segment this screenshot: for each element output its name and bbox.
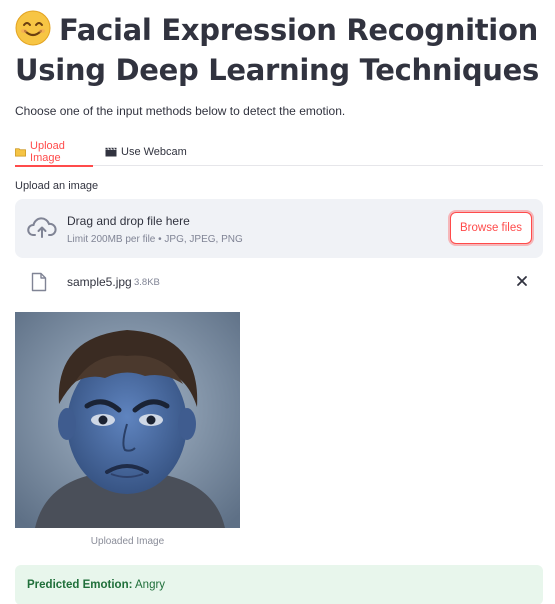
close-icon[interactable] [515,274,529,288]
page-title-text: Facial Expression Recognition Using Deep… [15,13,539,87]
clapperboard-icon [105,147,117,157]
file-size: 3.8KB [134,277,160,288]
tab-use-webcam[interactable]: Use Webcam [105,138,187,166]
folder-icon [15,148,26,157]
page-header: Facial Expression Recognition Using Deep… [15,10,543,90]
upload-label: Upload an image [15,180,99,192]
smiling-face-emoji-icon [15,10,51,46]
tab-upload-image-label: Upload Image [30,140,65,164]
prediction-label: Predicted Emotion: [27,579,133,591]
file-icon [31,272,47,292]
prediction-result-alert: Predicted Emotion: Angry [15,565,543,604]
tab-use-webcam-label: Use Webcam [121,146,187,158]
page-subtitle: Choose one of the input methods below to… [15,104,346,118]
page-title: Facial Expression Recognition Using Deep… [15,10,543,90]
browse-files-button[interactable]: Browse files [450,212,532,244]
dropzone-title: Drag and drop file here [67,214,190,228]
uploaded-image [15,312,240,528]
file-dropzone[interactable]: Drag and drop file here Limit 200MB per … [15,199,543,258]
image-caption: Uploaded Image [90,536,165,547]
input-method-tabs: Upload Image Use Webcam [15,138,543,167]
uploaded-image-face-picture [15,312,240,528]
tab-upload-image[interactable]: Upload Image [15,138,93,167]
file-name: sample5.jpg [67,275,132,289]
cloud-upload-icon [27,217,57,238]
dropzone-limit-hint: Limit 200MB per file • JPG, JPEG, PNG [67,234,243,245]
uploaded-file-row: sample5.jpg 3.8KB [15,268,543,296]
prediction-value: Angry [135,579,166,591]
